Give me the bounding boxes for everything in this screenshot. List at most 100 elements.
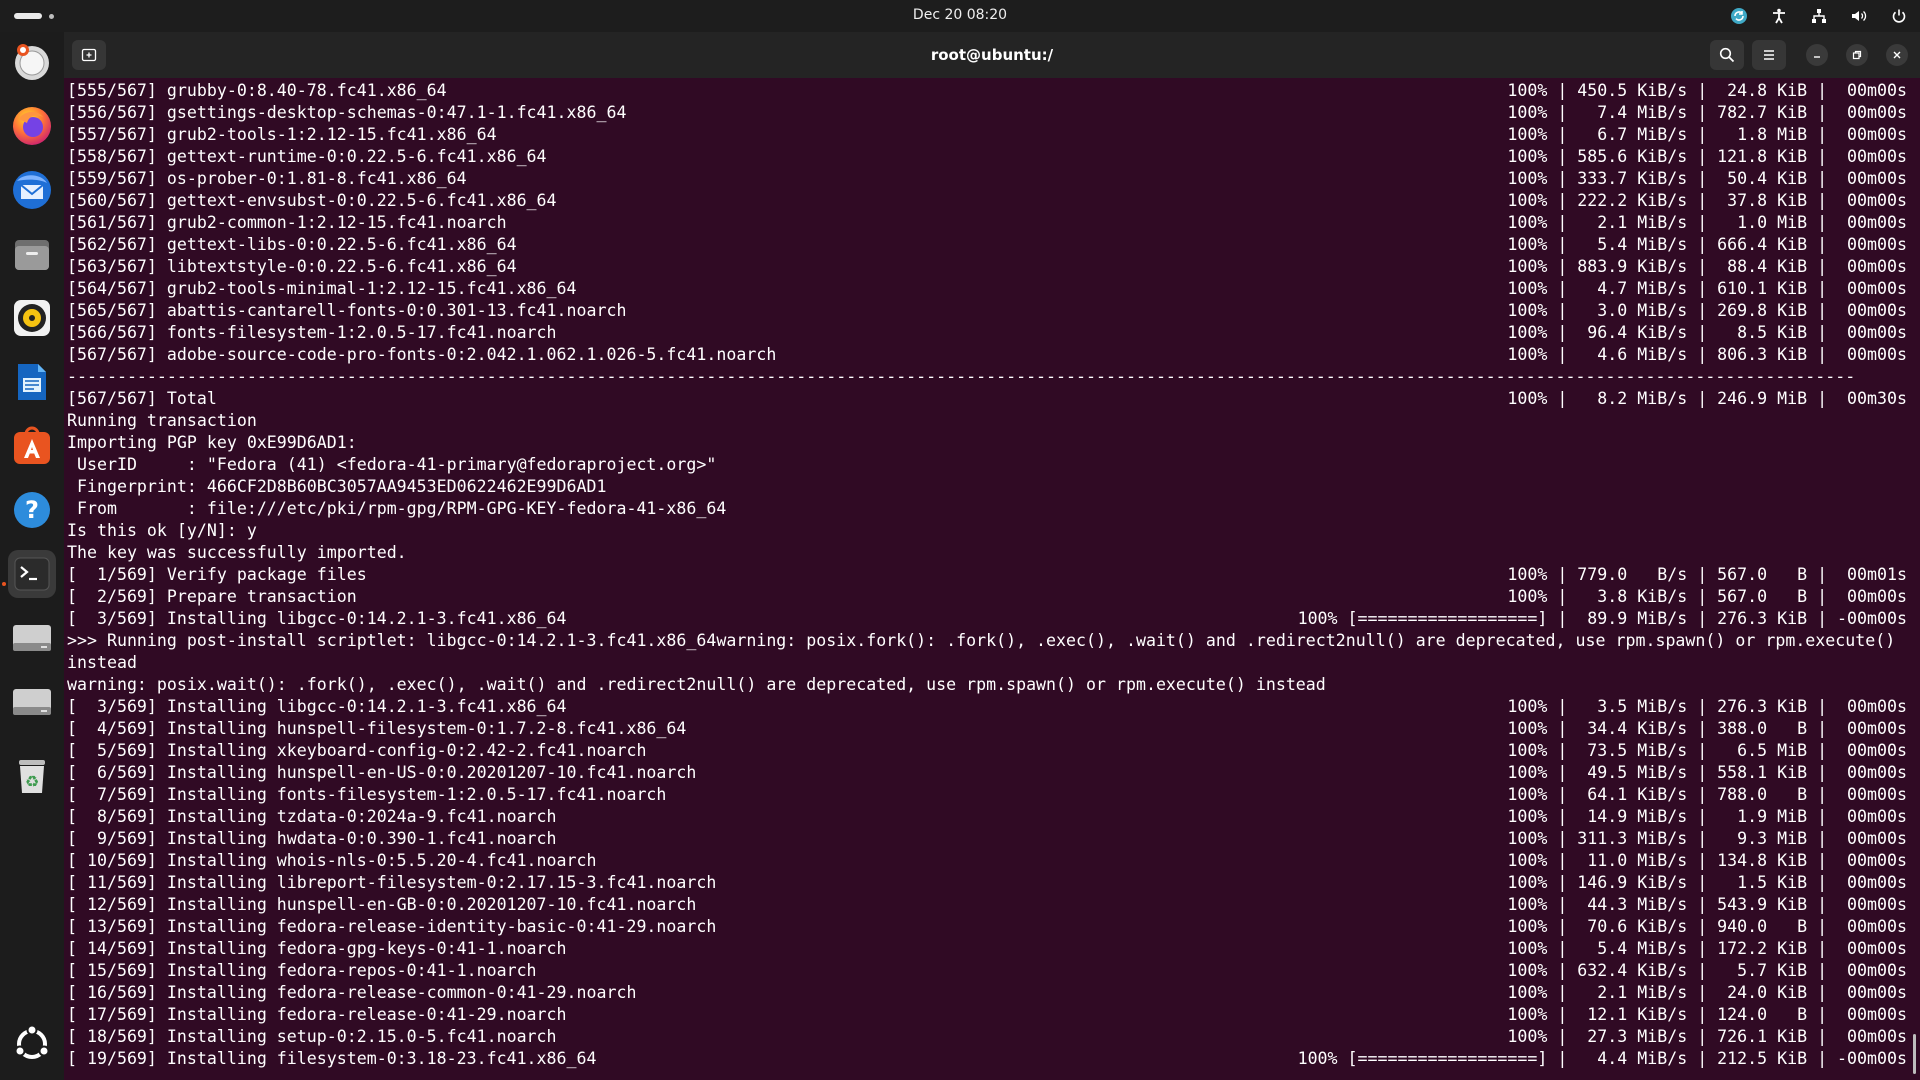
terminal-line-text: [557/567] grub2-tools-1:2.12-15.fc41.x86… bbox=[67, 125, 497, 144]
terminal-line-text: UserID : "Fedora (41) <fedora-41-primary… bbox=[67, 455, 717, 474]
writer-icon[interactable] bbox=[8, 358, 56, 406]
terminal-line: [ 11/569] Installing libreport-filesyste… bbox=[67, 872, 1907, 894]
terminal-line-text: [ 6/569] Installing hunspell-en-US-0:0.2… bbox=[67, 763, 697, 782]
drive-icon[interactable] bbox=[8, 614, 56, 662]
app-center-icon[interactable] bbox=[8, 422, 56, 470]
terminal-line: [565/567] abattis-cantarell-fonts-0:0.30… bbox=[67, 300, 1907, 322]
terminal-line: [ 14/569] Installing fedora-gpg-keys-0:4… bbox=[67, 938, 1907, 960]
terminal-line-progress: 100% | 222.2 KiB/s | 37.8 KiB | 00m00s bbox=[1507, 191, 1907, 210]
terminal-line: [556/567] gsettings-desktop-schemas-0:47… bbox=[67, 102, 1907, 124]
terminal-line: [ 15/569] Installing fedora-repos-0:41-1… bbox=[67, 960, 1907, 982]
terminal-line-text: [ 2/569] Prepare transaction bbox=[67, 587, 357, 606]
header-bar[interactable]: root@ubuntu:/ bbox=[64, 32, 1920, 78]
volume-icon[interactable] bbox=[1848, 5, 1870, 27]
terminal-line-text: [ 9/569] Installing hwdata-0:0.390-1.fc4… bbox=[67, 829, 557, 848]
terminal-line: [ 3/569] Installing libgcc-0:14.2.1-3.fc… bbox=[67, 608, 1907, 630]
terminal-line-text: [ 3/569] Installing libgcc-0:14.2.1-3.fc… bbox=[67, 609, 567, 628]
terminal-line-text: [ 17/569] Installing fedora-release-0:41… bbox=[67, 1005, 567, 1024]
terminal-line: [ 4/569] Installing hunspell-filesystem-… bbox=[67, 718, 1907, 740]
files-icon[interactable] bbox=[8, 230, 56, 278]
terminal-line-text: [564/567] grub2-tools-minimal-1:2.12-15.… bbox=[67, 279, 577, 298]
terminal-line: [ 13/569] Installing fedora-release-iden… bbox=[67, 916, 1907, 938]
ubuntu-desktop-icon[interactable] bbox=[8, 38, 56, 86]
terminal-line: [ 8/569] Installing tzdata-0:2024a-9.fc4… bbox=[67, 806, 1907, 828]
svg-text:♻: ♻ bbox=[25, 772, 39, 791]
rhythmbox-icon[interactable] bbox=[8, 294, 56, 342]
terminal-line: [559/567] os-prober-0:1.81-8.fc41.x86_64… bbox=[67, 168, 1907, 190]
top-bar: Dec 20 08:20 bbox=[0, 0, 1920, 32]
terminal-line-progress: 100% | 7.4 MiB/s | 782.7 KiB | 00m00s bbox=[1507, 103, 1907, 122]
show-apps-icon[interactable] bbox=[8, 1020, 56, 1068]
terminal-line-text: [558/567] gettext-runtime-0:0.22.5-6.fc4… bbox=[67, 147, 547, 166]
terminal-line-text: [ 7/569] Installing fonts-filesystem-1:2… bbox=[67, 785, 667, 804]
terminal-line-text: >>> Running post-install scriptlet: libg… bbox=[67, 631, 1896, 650]
system-tray[interactable] bbox=[1728, 5, 1910, 27]
terminal-line: [555/567] grubby-0:8.40-78.fc41.x86_64 10… bbox=[67, 80, 1907, 102]
network-icon[interactable] bbox=[1808, 5, 1830, 27]
menu-button[interactable] bbox=[1752, 40, 1786, 70]
terminal-line-text: instead bbox=[67, 653, 137, 672]
terminal-line: [ 2/569] Prepare transaction 100% | 3.8 K… bbox=[67, 586, 1907, 608]
power-icon[interactable] bbox=[1888, 5, 1910, 27]
trash-icon[interactable]: ♻ bbox=[8, 752, 56, 800]
accessibility-icon[interactable] bbox=[1768, 5, 1790, 27]
restore-button[interactable] bbox=[1846, 44, 1868, 66]
thunderbird-icon[interactable] bbox=[8, 166, 56, 214]
terminal-line-text: Running transaction bbox=[67, 411, 257, 430]
terminal-line: [562/567] gettext-libs-0:0.22.5-6.fc41.x… bbox=[67, 234, 1907, 256]
terminal-line-progress: 100% | 883.9 KiB/s | 88.4 KiB | 00m00s bbox=[1507, 257, 1907, 276]
drive-icon[interactable] bbox=[8, 678, 56, 726]
terminal-line: The key was successfully imported. bbox=[67, 542, 1907, 564]
scrollbar[interactable] bbox=[1913, 1034, 1916, 1074]
terminal-line: From : file:///etc/pki/rpm-gpg/RPM-GPG-K… bbox=[67, 498, 1907, 520]
terminal-line: Running transaction bbox=[67, 410, 1907, 432]
terminal-line-progress: 100% | 4.6 MiB/s | 806.3 KiB | 00m00s bbox=[1507, 345, 1907, 364]
terminal-line-text: [ 3/569] Installing libgcc-0:14.2.1-3.fc… bbox=[67, 697, 567, 716]
terminal-line-progress: 100% | 14.9 MiB/s | 1.9 MiB | 00m00s bbox=[1507, 807, 1907, 826]
help-icon[interactable]: ? bbox=[8, 486, 56, 534]
terminal-output[interactable]: [555/567] grubby-0:8.40-78.fc41.x86_64 10… bbox=[67, 80, 1907, 1080]
terminal-line-progress: 100% | 12.1 KiB/s | 124.0 B | 00m00s bbox=[1507, 1005, 1907, 1024]
terminal-window: root@ubuntu:/ [555/567] grubby-0:8.40-78… bbox=[64, 32, 1920, 1080]
search-button[interactable] bbox=[1710, 40, 1744, 70]
terminal-line-text: [ 5/569] Installing xkeyboard-config-0:2… bbox=[67, 741, 647, 760]
terminal-line: [ 1/569] Verify package files 100% | 779.… bbox=[67, 564, 1907, 586]
close-button[interactable] bbox=[1886, 44, 1908, 66]
terminal-line-progress: 100% | 450.5 KiB/s | 24.8 KiB | 00m00s bbox=[1507, 81, 1907, 100]
firefox-icon[interactable] bbox=[8, 102, 56, 150]
terminal-line-text: [555/567] grubby-0:8.40-78.fc41.x86_64 bbox=[67, 81, 447, 100]
terminal-line: >>> Running post-install scriptlet: libg… bbox=[67, 630, 1907, 652]
clock[interactable]: Dec 20 08:20 bbox=[0, 7, 1920, 23]
terminal-line-progress: 100% | 4.7 MiB/s | 610.1 KiB | 00m00s bbox=[1507, 279, 1907, 298]
terminal-line-text: Fingerprint: 466CF2D8B60BC3057AA9453ED06… bbox=[67, 477, 607, 496]
terminal-line: [ 19/569] Installing filesystem-0:3.18-2… bbox=[67, 1048, 1907, 1070]
terminal-line-progress: 100% | 632.4 KiB/s | 5.7 KiB | 00m00s bbox=[1507, 961, 1907, 980]
terminal-line-text: [ 16/569] Installing fedora-release-comm… bbox=[67, 983, 637, 1002]
terminal-line: [ 7/569] Installing fonts-filesystem-1:2… bbox=[67, 784, 1907, 806]
terminal-line-progress: 100% | 2.1 MiB/s | 1.0 MiB | 00m00s bbox=[1507, 213, 1907, 232]
terminal-line-text: [ 15/569] Installing fedora-repos-0:41-1… bbox=[67, 961, 537, 980]
terminal-line: [558/567] gettext-runtime-0:0.22.5-6.fc4… bbox=[67, 146, 1907, 168]
terminal-icon[interactable] bbox=[8, 550, 56, 598]
terminal-line-progress: 100% | 3.8 KiB/s | 567.0 B | 00m00s bbox=[1507, 587, 1907, 606]
terminal-line-progress: 100% [==================] | 89.9 MiB/s |… bbox=[1297, 609, 1907, 628]
terminal-line: [ 3/569] Installing libgcc-0:14.2.1-3.fc… bbox=[67, 696, 1907, 718]
terminal-line: UserID : "Fedora (41) <fedora-41-primary… bbox=[67, 454, 1907, 476]
terminal-line-progress: 100% | 8.2 MiB/s | 246.9 MiB | 00m30s bbox=[1507, 389, 1907, 408]
terminal-line-text: [567/567] adobe-source-code-pro-fonts-0:… bbox=[67, 345, 777, 364]
terminal-line: [ 12/569] Installing hunspell-en-GB-0:0.… bbox=[67, 894, 1907, 916]
updates-icon[interactable] bbox=[1728, 5, 1750, 27]
terminal-line-text: From : file:///etc/pki/rpm-gpg/RPM-GPG-K… bbox=[67, 499, 727, 518]
terminal-line: warning: posix.wait(): .fork(), .exec(),… bbox=[67, 674, 1907, 696]
terminal-line-progress: 100% | 5.4 MiB/s | 666.4 KiB | 00m00s bbox=[1507, 235, 1907, 254]
terminal-line: [ 18/569] Installing setup-0:2.15.0-5.fc… bbox=[67, 1026, 1907, 1048]
terminal-line: [ 5/569] Installing xkeyboard-config-0:2… bbox=[67, 740, 1907, 762]
terminal-line-text: warning: posix.wait(): .fork(), .exec(),… bbox=[67, 675, 1326, 694]
minimize-button[interactable] bbox=[1806, 44, 1828, 66]
terminal-line-text: The key was successfully imported. bbox=[67, 543, 407, 562]
terminal-line-progress: 100% | 146.9 KiB/s | 1.5 KiB | 00m00s bbox=[1507, 873, 1907, 892]
terminal-line: [ 17/569] Installing fedora-release-0:41… bbox=[67, 1004, 1907, 1026]
terminal-line-text: [566/567] fonts-filesystem-1:2.0.5-17.fc… bbox=[67, 323, 557, 342]
terminal-line: [561/567] grub2-common-1:2.12-15.fc41.no… bbox=[67, 212, 1907, 234]
terminal-line-text: [ 11/569] Installing libreport-filesyste… bbox=[67, 873, 717, 892]
